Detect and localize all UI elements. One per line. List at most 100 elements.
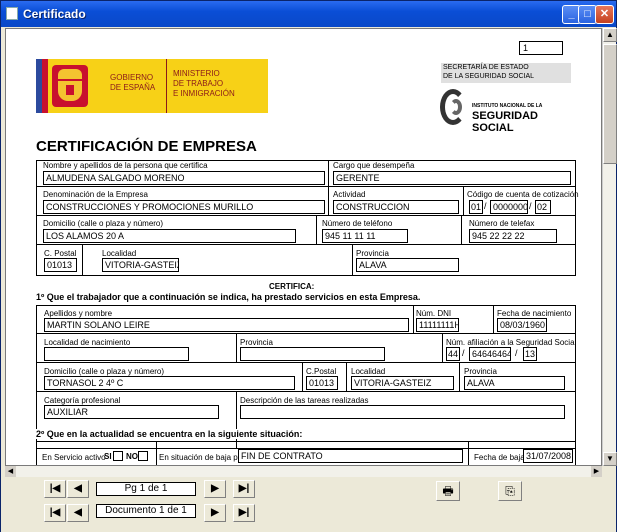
print-icon: 🖶 [442, 484, 454, 498]
company-name-field[interactable]: CONSTRUCCIONES Y PROMOCIONES MURILLO [43, 200, 325, 214]
worker-locality-field[interactable]: VITORIA-GASTEIZ [351, 376, 454, 390]
company-address-field[interactable]: LOS ALAMOS 20 A [43, 229, 296, 243]
ministry-line2: DE TRABAJO [173, 79, 224, 88]
gobierno-logo: GOBIERNO DE ESPAÑA MINISTERIO DE TRABAJO… [36, 59, 268, 113]
company-postal-label: C. Postal [44, 249, 77, 258]
last-document-button[interactable]: ▶| [233, 504, 255, 522]
worker-postal-label: C.Postal [306, 367, 337, 376]
vertical-scrollbar[interactable]: ▲ ▼ [602, 28, 617, 466]
prev-page-button[interactable]: ◀ [67, 480, 89, 498]
navigation-bar: |◀ ◀ Pg 1 de 1 ▶ ▶| |◀ ◀ Documento 1 de … [1, 477, 616, 532]
first-page-button[interactable]: |◀ [44, 480, 66, 498]
secretaria-box: SECRETARÍA DE ESTADO DE LA SEGURIDAD SOC… [441, 63, 571, 83]
certifier-name-field[interactable]: ALMUDENA SALGADO MORENO [43, 171, 325, 185]
birth-locality-field[interactable] [44, 347, 189, 361]
page-number-box: 1 [519, 41, 563, 55]
scroll-right-arrow-icon[interactable]: ▶ [591, 466, 602, 477]
si-label: SI [104, 452, 112, 461]
affiliation-field-3[interactable]: 13 [523, 347, 537, 361]
dni-label: Núm. DNI [416, 309, 452, 318]
section-1-heading: 1º Que el trabajador que a continuación … [36, 292, 421, 302]
next-document-button[interactable]: ▶ [204, 504, 226, 522]
company-province-label: Provincia [356, 249, 389, 258]
affiliation-field-1[interactable]: 44 [446, 347, 460, 361]
position-label: Cargo que desempeña [333, 161, 415, 170]
birth-date-field[interactable]: 08/03/1960 [497, 318, 547, 332]
ccc-field-3[interactable]: 02 [535, 200, 551, 214]
worker-province-label: Provincia [464, 367, 497, 376]
secretaria-line1: SECRETARÍA DE ESTADO [443, 64, 529, 71]
baja-reason-field[interactable]: FIN DE CONTRATO [238, 449, 463, 463]
baja-date-label: Fecha de baja [474, 453, 525, 462]
worker-address-field[interactable]: TORNASOL 2 4º C [44, 376, 295, 390]
ccc-field-1[interactable]: 01 [469, 200, 483, 214]
scroll-down-arrow-icon[interactable]: ▼ [603, 452, 617, 466]
last-page-button[interactable]: ▶| [233, 480, 255, 498]
document-viewport: 1 GOBIERNO DE ESPAÑA MINISTERIO DE TRABA [5, 28, 602, 466]
ccc-label: Código de cuenta de cotización [467, 190, 579, 199]
gobierno-line2: DE ESPAÑA [110, 83, 156, 92]
coat-of-arms-icon [52, 65, 88, 107]
worker-province-field[interactable]: ALAVA [464, 376, 565, 390]
print-button[interactable]: 🖶 [436, 481, 460, 501]
activity-label: Actividad [333, 190, 366, 199]
company-postal-field[interactable]: 01013 [44, 258, 77, 272]
ss-logo-big: SEGURIDAD SOCIAL [472, 110, 539, 134]
scroll-left-arrow-icon[interactable]: ◀ [5, 466, 16, 477]
affiliation-label: Núm. afiliación a la Seguridad Social [446, 338, 577, 347]
category-field[interactable]: AUXILIAR [44, 405, 219, 419]
page-indicator: Pg 1 de 1 [96, 482, 196, 496]
ccc-field-2[interactable]: 0000000 [490, 200, 528, 214]
seguridad-social-logo: INSTITUTO NACIONAL DE LA SEGURIDAD SOCIA… [438, 89, 573, 134]
birth-date-label: Fecha de nacimiento [497, 309, 572, 318]
company-locality-field[interactable]: VITORIA-GASTEIZ [102, 258, 179, 272]
worker-address-label: Domicilio (calle o plaza y número) [44, 367, 165, 376]
baja-label: En situación de baja por: [159, 453, 248, 462]
company-name-label: Denominación de la Empresa [43, 190, 148, 199]
baja-date-field[interactable]: 31/07/2008 [523, 449, 573, 463]
certifica-label: CERTIFICA: [269, 282, 315, 291]
section-2-heading: 2º Que en la actualidad se encuentra en … [36, 429, 436, 439]
title-bar: Certificado _ □ ✕ [1, 1, 616, 27]
active-service-label: En Servicio activo [42, 453, 106, 462]
birth-locality-label: Localidad de nacimiento [44, 338, 131, 347]
prev-document-button[interactable]: ◀ [67, 504, 89, 522]
ss-logo-small: INSTITUTO NACIONAL DE LA [472, 103, 543, 109]
phone-label: Número de teléfono [322, 219, 393, 228]
certificate-window: Certificado _ □ ✕ 1 GOBIERNO DE ESPAÑA M… [0, 0, 617, 532]
affiliation-field-2[interactable]: 64646464 [469, 347, 511, 361]
phone-field[interactable]: 945 11 11 11 [322, 229, 408, 243]
app-icon [6, 7, 18, 20]
export-button[interactable]: ⎘ [498, 481, 522, 501]
position-field[interactable]: GERENTE [333, 171, 571, 185]
document-indicator: Documento 1 de 1 [96, 504, 196, 518]
first-document-button[interactable]: |◀ [44, 504, 66, 522]
si-checkbox[interactable] [113, 451, 123, 461]
tasks-field[interactable] [240, 405, 565, 419]
birth-province-label: Provincia [240, 338, 273, 347]
worker-locality-label: Localidad [351, 367, 386, 376]
close-button[interactable]: ✕ [595, 5, 614, 24]
fax-label: Número de telefax [469, 219, 535, 228]
next-page-button[interactable]: ▶ [204, 480, 226, 498]
scroll-up-arrow-icon[interactable]: ▲ [603, 28, 617, 42]
worker-postal-field[interactable]: 01013 [306, 376, 338, 390]
secretaria-line2: DE LA SEGURIDAD SOCIAL [443, 73, 535, 80]
ministry-line1: MINISTERIO [173, 69, 220, 78]
export-icon: ⎘ [505, 484, 515, 498]
certificate-title: CERTIFICACIÓN DE EMPRESA [36, 138, 257, 155]
no-checkbox[interactable] [138, 451, 148, 461]
certifier-name-label: Nombre y apellidos de la persona que cer… [43, 161, 208, 170]
activity-field[interactable]: CONSTRUCCION [333, 200, 459, 214]
dni-field[interactable]: 11111111H [416, 318, 459, 332]
window-title: Certificado [23, 7, 86, 21]
fax-field[interactable]: 945 22 22 22 [469, 229, 557, 243]
vertical-scroll-thumb[interactable] [603, 44, 617, 164]
worker-name-field[interactable]: MARTIN SOLANO LEIRE [44, 318, 409, 332]
worker-name-label: Apellidos y nombre [44, 309, 113, 318]
birth-province-field[interactable] [240, 347, 385, 361]
gobierno-line1: GOBIERNO [110, 73, 154, 82]
ministry-line3: E INMIGRACIÓN [173, 89, 235, 98]
horizontal-scrollbar[interactable]: ◀ ▶ [5, 466, 602, 477]
company-province-field[interactable]: ALAVA [356, 258, 459, 272]
